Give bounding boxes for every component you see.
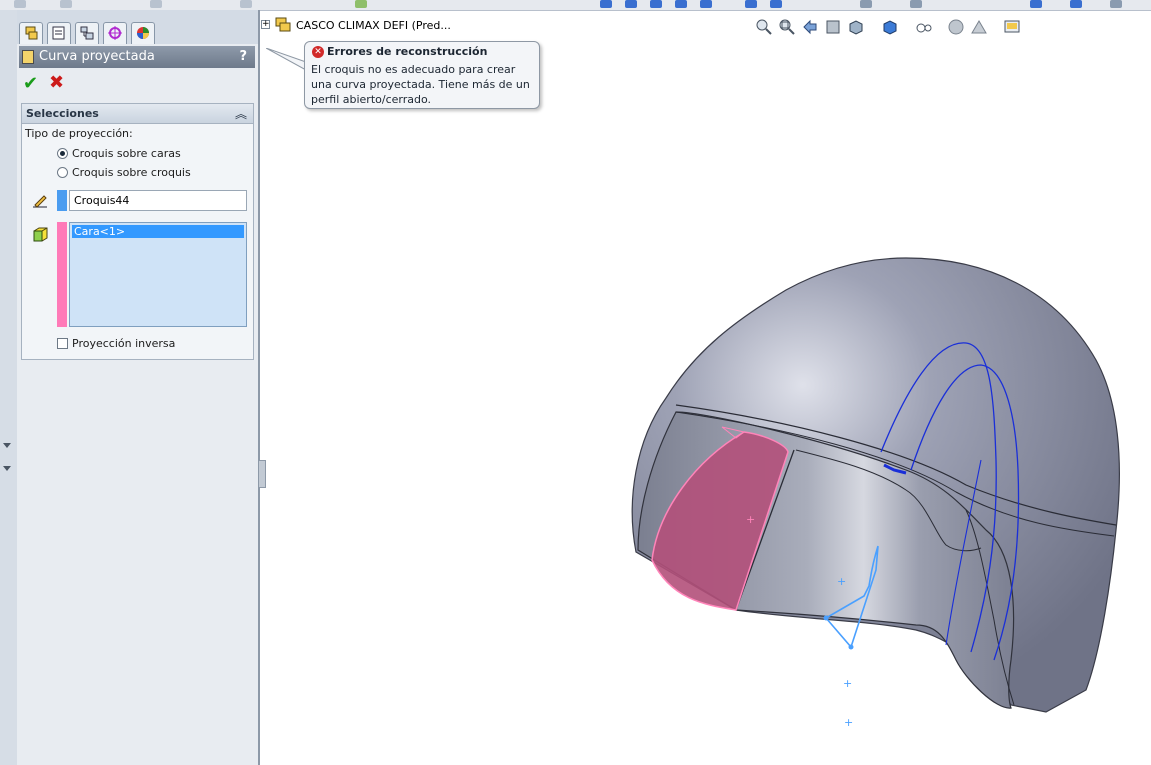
selections-title: Selecciones (26, 107, 99, 120)
sketch-origin-marker: + (837, 575, 846, 588)
sketch-origin-marker: + (844, 716, 853, 729)
rebuild-error-tooltip: ✕ Errores de reconstrucción El croquis n… (304, 41, 540, 109)
appearance-icon (137, 27, 149, 39)
tab-property-manager[interactable] (47, 22, 71, 44)
apply-scene-icon[interactable] (970, 18, 988, 36)
radio-sketch-on-faces-label[interactable]: Croquis sobre caras (72, 147, 181, 160)
tooltip-message: El croquis no es adecuado para crear una… (311, 63, 530, 106)
toolbar-icon-15[interactable] (1030, 0, 1042, 8)
face-cube-icon (33, 227, 48, 242)
toolbar-icon-5[interactable] (355, 0, 367, 8)
toolbar-icon-10[interactable] (700, 0, 712, 8)
collapse-icon[interactable]: ︽ (235, 105, 247, 122)
sketch-point (848, 644, 854, 650)
radio-sketch-on-faces[interactable] (57, 148, 68, 159)
toolbar-icon-17[interactable] (1110, 0, 1122, 8)
toolbar-icon-9[interactable] (675, 0, 687, 8)
panel-splitter-handle[interactable] (258, 460, 266, 488)
feature-tree-icon (25, 26, 38, 40)
toolbar-icon-11[interactable] (745, 0, 757, 8)
property-manager-panel: Curva proyectada ? ✔ ✖ Selecciones ︽ Tip… (17, 10, 260, 765)
tab-feature-manager[interactable] (19, 22, 43, 44)
display-style-icon[interactable] (881, 18, 899, 36)
help-button[interactable]: ? (239, 49, 247, 64)
page-title: Curva proyectada (39, 49, 155, 64)
error-icon: ✕ (312, 46, 324, 58)
tooltip-pointer (266, 48, 307, 71)
list-item[interactable]: Cara<1> (72, 225, 244, 238)
projection-type-label: Tipo de proyección: (25, 127, 133, 140)
sketch-color-bar (57, 190, 67, 211)
expand-icon[interactable]: + (261, 20, 270, 29)
tab-display-manager[interactable] (131, 22, 155, 44)
hide-show-items-icon[interactable] (915, 18, 933, 36)
part-icon (275, 17, 291, 32)
selections-header[interactable]: Selecciones ︽ (22, 104, 253, 124)
task-edge-strip (0, 10, 18, 765)
edit-appearance-icon[interactable] (947, 18, 965, 36)
toolbar-icon-13[interactable] (860, 0, 872, 8)
ok-button[interactable]: ✔ (23, 73, 38, 94)
toolbar-icon-8[interactable] (650, 0, 662, 8)
sketch-point (823, 615, 829, 621)
selections-group: Selecciones ︽ Tipo de proyección: Croqui… (21, 103, 254, 360)
zoom-to-area-icon[interactable] (778, 18, 796, 36)
crosshair-icon (108, 26, 122, 40)
configuration-icon (80, 26, 94, 40)
manager-tabs (17, 10, 258, 44)
toolbar-icon-3[interactable] (150, 0, 162, 8)
toolbar-icon-14[interactable] (910, 0, 922, 8)
sketch-selection-field[interactable]: Croquis44 (69, 190, 247, 211)
view-settings-icon[interactable] (1003, 18, 1021, 36)
section-view-icon[interactable] (824, 18, 842, 36)
radio-sketch-on-sketch-label: Croquis sobre croquis (72, 166, 191, 179)
previous-view-icon[interactable] (801, 18, 819, 36)
graphics-area[interactable]: + + + + (266, 40, 1151, 765)
faces-selection-list[interactable]: Cara<1> (69, 222, 247, 327)
faces-color-bar (57, 222, 67, 327)
projected-curve-icon (22, 50, 34, 64)
feature-title-bar: Curva proyectada ? (19, 46, 255, 68)
toolbar-icon-12[interactable] (770, 0, 782, 8)
toolbar-icon-6[interactable] (600, 0, 612, 8)
toolbar-icon-7[interactable] (625, 0, 637, 8)
toolbar-icon-2[interactable] (60, 0, 72, 8)
sketch-pencil-icon (33, 195, 47, 208)
tooltip-title: Errores de reconstrucción (327, 45, 488, 58)
view-orientation-icon[interactable] (847, 18, 865, 36)
face-center-marker: + (746, 513, 755, 526)
property-sheet-icon (52, 26, 65, 40)
zoom-to-fit-icon[interactable] (755, 18, 773, 36)
tab-configuration-manager[interactable] (75, 22, 99, 44)
sketch-origin-marker: + (843, 677, 852, 690)
chevron-down-icon[interactable] (3, 466, 11, 471)
toolbar-icon-1[interactable] (14, 0, 26, 8)
chevron-down-icon[interactable] (3, 443, 11, 448)
tab-dimxpert-manager[interactable] (103, 22, 127, 44)
toolbar-icon-16[interactable] (1070, 0, 1082, 8)
reverse-projection-checkbox[interactable] (57, 338, 68, 349)
cancel-button[interactable]: ✖ (49, 72, 64, 93)
radio-sketch-on-sketch[interactable] (57, 167, 68, 178)
part-name[interactable]: CASCO CLIMAX DEFI (Pred... (296, 19, 451, 32)
reverse-projection-label: Proyección inversa (72, 337, 176, 350)
toolbar-icon-4[interactable] (240, 0, 252, 8)
